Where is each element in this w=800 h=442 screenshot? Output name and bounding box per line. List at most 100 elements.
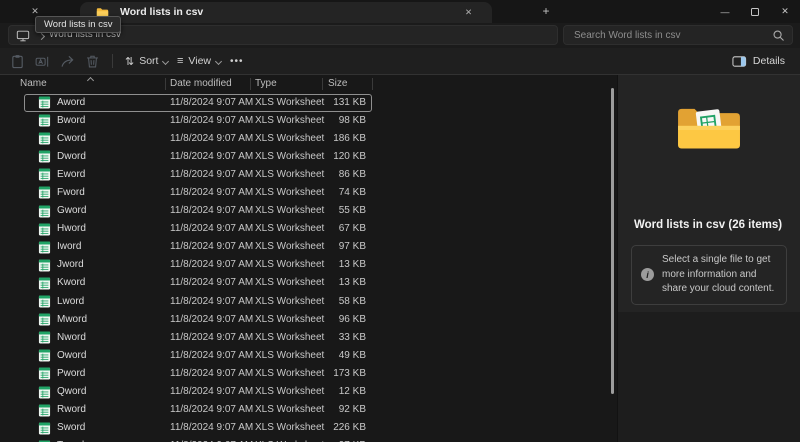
file-type: XLS Worksheet	[255, 220, 324, 238]
details-label: Details	[753, 55, 785, 67]
file-row[interactable]: Sword 11/8/2024 9:07 AM XLS Worksheet 22…	[0, 419, 617, 437]
file-date-modified: 11/8/2024 9:07 AM	[170, 238, 253, 256]
vertical-scrollbar-thumb[interactable]	[611, 88, 614, 394]
file-date-modified: 11/8/2024 9:07 AM	[170, 293, 253, 311]
file-size: 13 KB	[339, 274, 366, 292]
maximize-button[interactable]	[740, 0, 770, 23]
file-name: Hword	[57, 220, 86, 238]
file-list: Aword 11/8/2024 9:07 AM XLS Worksheet 13…	[0, 94, 617, 442]
column-divider[interactable]	[165, 78, 166, 90]
file-name: Cword	[57, 130, 86, 148]
file-row[interactable]: Dword 11/8/2024 9:07 AM XLS Worksheet 12…	[0, 148, 617, 166]
file-name: Aword	[57, 94, 85, 112]
file-row-selection-area: Dword 11/8/2024 9:07 AM XLS Worksheet 12…	[24, 148, 372, 166]
search-icon[interactable]	[772, 29, 785, 42]
file-row-selection-area: Oword 11/8/2024 9:07 AM XLS Worksheet 49…	[24, 347, 372, 365]
file-row-selection-area: Kword 11/8/2024 9:07 AM XLS Worksheet 13…	[24, 274, 372, 292]
column-header-date-modified[interactable]: Date modified	[170, 75, 232, 93]
file-type: XLS Worksheet	[255, 401, 324, 419]
minimize-button[interactable]: —	[710, 0, 740, 23]
file-type: XLS Worksheet	[255, 94, 324, 112]
file-row[interactable]: Gword 11/8/2024 9:07 AM XLS Worksheet 55…	[0, 202, 617, 220]
details-pane-toggle[interactable]: Details	[725, 51, 792, 71]
close-button[interactable]: ✕	[770, 0, 800, 23]
file-date-modified: 11/8/2024 9:07 AM	[170, 419, 253, 437]
file-row[interactable]: Pword 11/8/2024 9:07 AM XLS Worksheet 17…	[0, 365, 617, 383]
xls-file-icon	[38, 331, 51, 344]
file-date-modified: 11/8/2024 9:07 AM	[170, 365, 253, 383]
delete-button[interactable]	[81, 51, 103, 71]
file-type: XLS Worksheet	[255, 112, 324, 130]
more-icon: •••	[230, 56, 244, 67]
file-name: Rword	[57, 401, 86, 419]
folder-preview-icon	[676, 103, 742, 159]
file-name: Nword	[57, 329, 86, 347]
sort-button[interactable]: ⇅ Sort	[118, 51, 175, 71]
file-row-selection-area: Aword 11/8/2024 9:07 AM XLS Worksheet 13…	[24, 94, 372, 112]
rename-button[interactable]	[31, 51, 53, 71]
column-divider[interactable]	[372, 78, 373, 90]
xls-file-icon	[38, 132, 51, 145]
sort-icon: ⇅	[125, 55, 134, 68]
file-row[interactable]: Iword 11/8/2024 9:07 AM XLS Worksheet 97…	[0, 238, 617, 256]
chevron-down-icon	[162, 57, 169, 64]
file-size: 58 KB	[339, 293, 366, 311]
file-type: XLS Worksheet	[255, 274, 324, 292]
breadcrumb-chevron-icon	[38, 33, 45, 40]
paste-button[interactable]	[6, 51, 28, 71]
file-row[interactable]: Bword 11/8/2024 9:07 AM XLS Worksheet 98…	[0, 112, 617, 130]
file-name: Lword	[57, 293, 84, 311]
file-row-selection-area: Bword 11/8/2024 9:07 AM XLS Worksheet 98…	[24, 112, 372, 130]
details-pane-icon	[732, 55, 747, 68]
file-row[interactable]: Qword 11/8/2024 9:07 AM XLS Worksheet 12…	[0, 383, 617, 401]
file-name: Bword	[57, 112, 85, 130]
file-row-selection-area: Tword 11/8/2024 9:07 AM XLS Worksheet 97…	[24, 437, 372, 442]
file-row[interactable]: Nword 11/8/2024 9:07 AM XLS Worksheet 33…	[0, 329, 617, 347]
file-size: 49 KB	[339, 347, 366, 365]
file-name: Gword	[57, 202, 86, 220]
file-row[interactable]: Aword 11/8/2024 9:07 AM XLS Worksheet 13…	[0, 94, 617, 112]
file-row[interactable]: Lword 11/8/2024 9:07 AM XLS Worksheet 58…	[0, 293, 617, 311]
column-divider[interactable]	[250, 78, 251, 90]
see-more-button[interactable]: •••	[222, 51, 252, 71]
column-header-type[interactable]: Type	[255, 75, 277, 93]
details-pane: Word lists in csv (26 items) i Select a …	[617, 75, 800, 442]
column-header-name[interactable]: Name	[20, 75, 47, 93]
delete-icon	[85, 54, 100, 69]
file-row[interactable]: Hword 11/8/2024 9:07 AM XLS Worksheet 67…	[0, 220, 617, 238]
file-row[interactable]: Tword 11/8/2024 9:07 AM XLS Worksheet 97…	[0, 437, 617, 442]
file-list-pane: Name Date modified Type Size	[0, 75, 617, 442]
tab-title: Word lists in csv	[120, 2, 203, 23]
file-row[interactable]: Cword 11/8/2024 9:07 AM XLS Worksheet 18…	[0, 130, 617, 148]
view-button[interactable]: ≡ View	[170, 51, 228, 71]
file-date-modified: 11/8/2024 9:07 AM	[170, 437, 253, 442]
column-header-size[interactable]: Size	[328, 75, 347, 93]
file-type: XLS Worksheet	[255, 238, 324, 256]
xls-file-icon	[38, 96, 51, 109]
file-type: XLS Worksheet	[255, 347, 324, 365]
file-row[interactable]: Kword 11/8/2024 9:07 AM XLS Worksheet 13…	[0, 274, 617, 292]
view-label: View	[188, 55, 211, 67]
file-type: XLS Worksheet	[255, 130, 324, 148]
tab-close-icon[interactable]: ✕	[461, 5, 476, 20]
file-row[interactable]: Oword 11/8/2024 9:07 AM XLS Worksheet 49…	[0, 347, 617, 365]
search-input[interactable]	[564, 26, 792, 44]
file-row[interactable]: Fword 11/8/2024 9:07 AM XLS Worksheet 74…	[0, 184, 617, 202]
share-button[interactable]	[56, 51, 78, 71]
file-row-selection-area: Nword 11/8/2024 9:07 AM XLS Worksheet 33…	[24, 329, 372, 347]
file-row-selection-area: Pword 11/8/2024 9:07 AM XLS Worksheet 17…	[24, 365, 372, 383]
file-name: Oword	[57, 347, 86, 365]
file-type: XLS Worksheet	[255, 437, 324, 442]
explorer-tab[interactable]: Word lists in csv ✕	[80, 2, 492, 23]
xls-file-icon	[38, 259, 51, 272]
file-row[interactable]: Mword 11/8/2024 9:07 AM XLS Worksheet 96…	[0, 311, 617, 329]
sort-label: Sort	[139, 55, 158, 67]
file-row-selection-area: Sword 11/8/2024 9:07 AM XLS Worksheet 22…	[24, 419, 372, 437]
new-tab-button[interactable]: +	[538, 3, 554, 19]
file-type: XLS Worksheet	[255, 419, 324, 437]
file-row[interactable]: Eword 11/8/2024 9:07 AM XLS Worksheet 86…	[0, 166, 617, 184]
file-row[interactable]: Jword 11/8/2024 9:07 AM XLS Worksheet 13…	[0, 256, 617, 274]
file-row[interactable]: Rword 11/8/2024 9:07 AM XLS Worksheet 92…	[0, 401, 617, 419]
column-divider[interactable]	[322, 78, 323, 90]
file-date-modified: 11/8/2024 9:07 AM	[170, 256, 253, 274]
